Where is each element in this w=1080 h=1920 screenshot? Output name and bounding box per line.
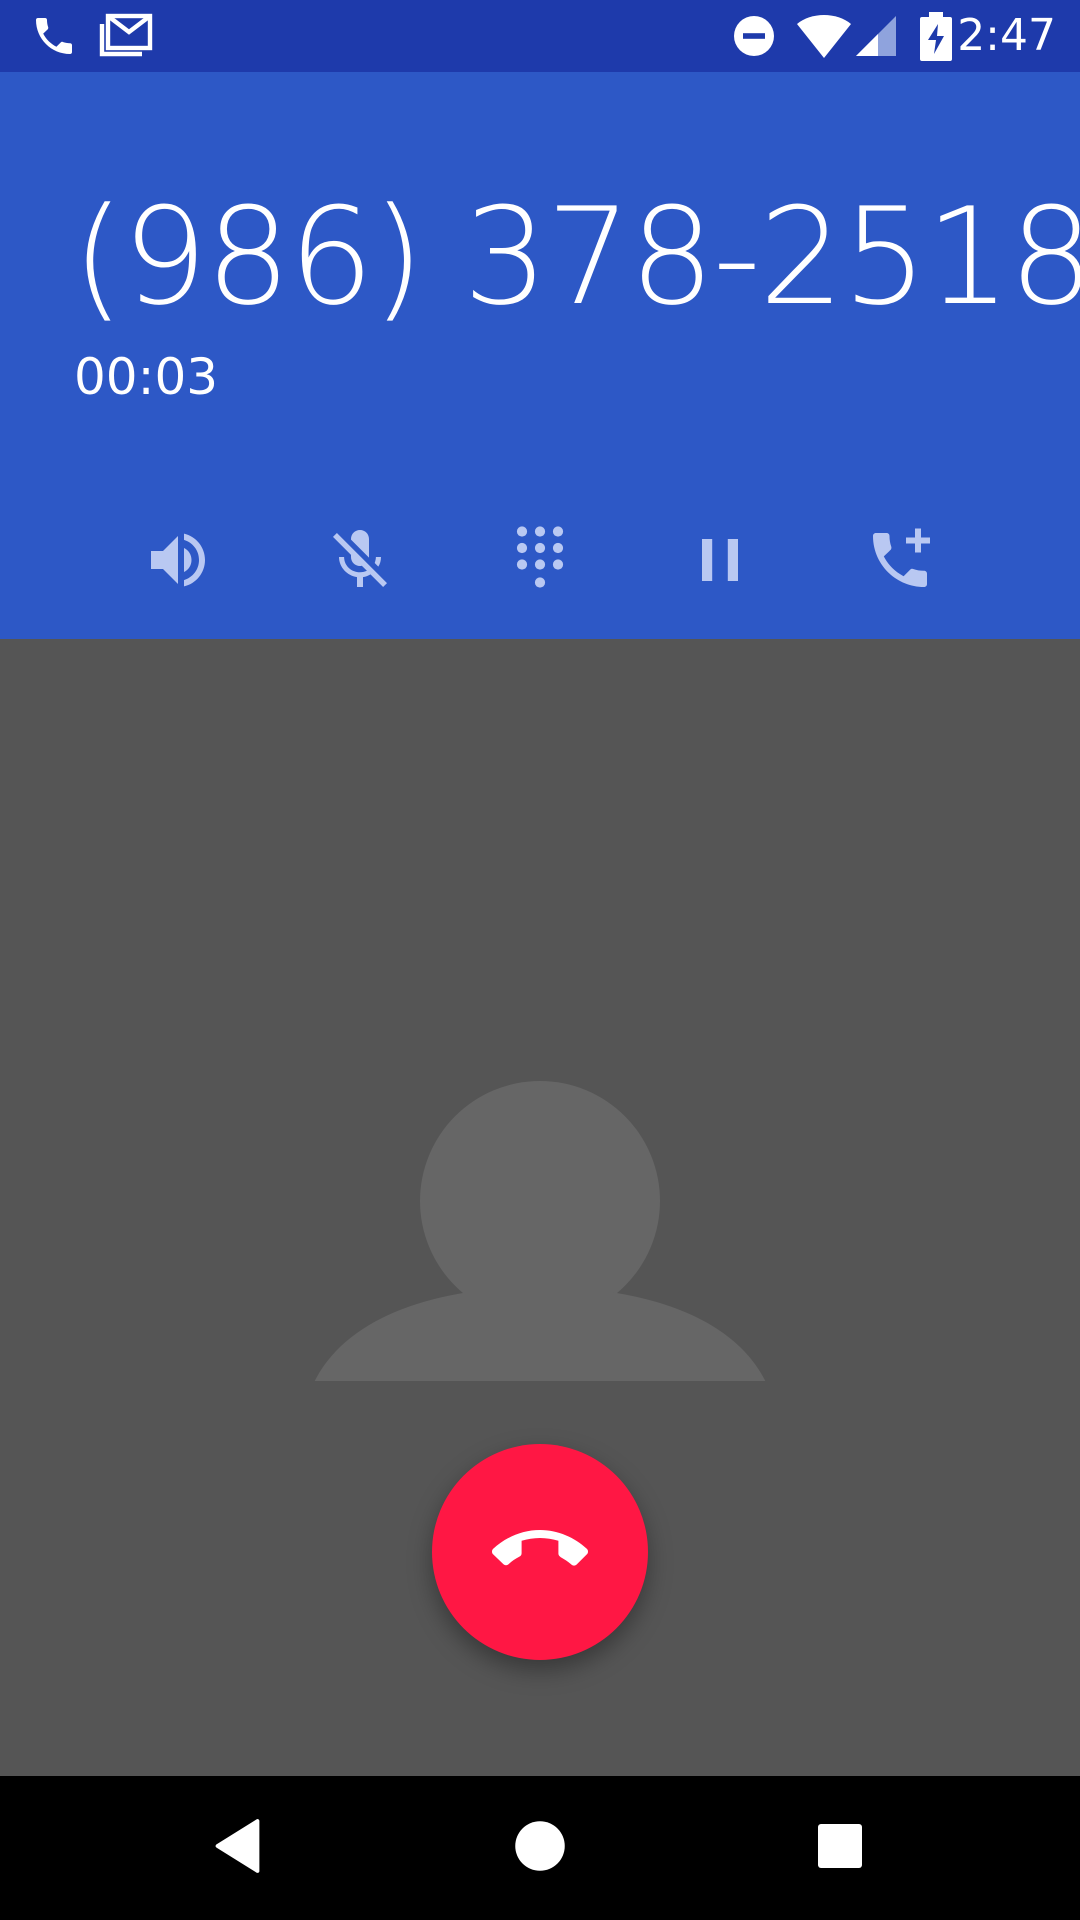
recents-button[interactable] [798, 1806, 882, 1890]
back-icon [210, 1816, 270, 1880]
home-icon [513, 1819, 567, 1877]
mic-off-icon [324, 524, 396, 600]
home-button[interactable] [498, 1806, 582, 1890]
contact-avatar [300, 961, 780, 1442]
status-time: 2:47 [957, 10, 1056, 61]
add-call-icon [864, 524, 936, 600]
battery-charging-icon [918, 12, 954, 61]
dialpad-button[interactable] [480, 502, 600, 622]
phone-icon [30, 12, 78, 60]
phone-number: (986) 378-2518 [72, 179, 1080, 335]
speaker-icon [142, 524, 214, 600]
speaker-button[interactable] [118, 502, 238, 622]
pause-icon [684, 524, 756, 600]
wifi-icon [795, 12, 853, 60]
call-header: (986) 378-2518 00:03 [0, 72, 1080, 639]
in-call-screen: 2:47 (986) 378-2518 00:03 [0, 0, 1080, 1920]
add-call-button[interactable] [840, 502, 960, 622]
hold-button[interactable] [660, 502, 780, 622]
gmail-icon [98, 12, 154, 60]
back-button[interactable] [198, 1806, 282, 1890]
mute-button[interactable] [300, 502, 420, 622]
recents-icon [816, 1822, 864, 1874]
navigation-bar [0, 1776, 1080, 1920]
call-content [0, 639, 1080, 1776]
do-not-disturb-icon [730, 12, 778, 60]
call-timer: 00:03 [74, 348, 219, 406]
status-bar: 2:47 [0, 0, 1080, 72]
signal-icon [852, 12, 900, 60]
end-call-button[interactable] [432, 1444, 648, 1660]
dialpad-icon [504, 524, 576, 600]
hang-up-icon [492, 1502, 588, 1602]
call-controls [0, 502, 1080, 622]
